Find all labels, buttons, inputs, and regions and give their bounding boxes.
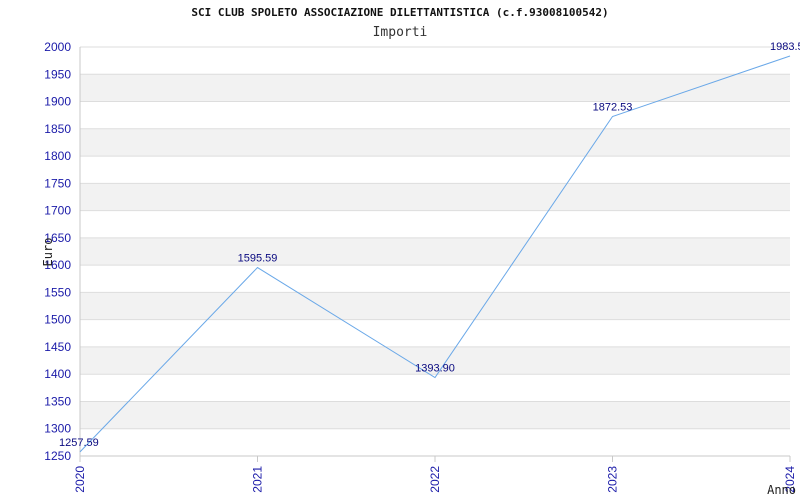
x-tick-label: 2023 — [606, 466, 620, 493]
grid-band — [80, 128, 790, 157]
x-tick-labels: 2020 2021 2022 2023 2024 — [73, 466, 797, 493]
y-tick-label: 1500 — [44, 313, 71, 327]
y-tick-label: 2000 — [44, 40, 71, 54]
x-tick-label: 2021 — [251, 466, 265, 493]
y-tick-label: 1900 — [44, 95, 71, 109]
grid-band — [80, 292, 790, 320]
y-tick-label: 1250 — [44, 449, 71, 463]
y-tick-label: 1850 — [44, 122, 71, 136]
y-tick-label: 1800 — [44, 149, 71, 163]
grid-band — [80, 401, 790, 429]
y-tick-label: 1300 — [44, 422, 71, 436]
x-tick-label: 2020 — [73, 466, 87, 493]
line-chart: 1250130013501400145015001550160016501700… — [41, 40, 800, 497]
data-label: 1595.59 — [238, 253, 278, 265]
y-tick-label: 1950 — [44, 67, 71, 81]
y-axis-title: Euro — [41, 238, 55, 267]
data-label: 1983.5 — [770, 41, 800, 53]
grid-bands — [80, 74, 790, 429]
x-tick-label: 2022 — [428, 466, 442, 493]
y-tick-label: 1700 — [44, 204, 71, 218]
y-tick-label: 1350 — [44, 394, 71, 408]
x-axis-title: Anno — [767, 483, 796, 497]
y-tick-label: 1400 — [44, 367, 71, 381]
data-label: 1257.59 — [59, 437, 99, 449]
grid-band — [80, 237, 790, 266]
y-tick-label: 1550 — [44, 285, 71, 299]
grid-band — [80, 74, 790, 102]
data-label: 1872.53 — [593, 102, 633, 114]
data-label: 1393.90 — [415, 363, 455, 375]
y-tick-label: 1450 — [44, 340, 71, 354]
grid-band — [80, 183, 790, 211]
y-tick-label: 1750 — [44, 176, 71, 190]
